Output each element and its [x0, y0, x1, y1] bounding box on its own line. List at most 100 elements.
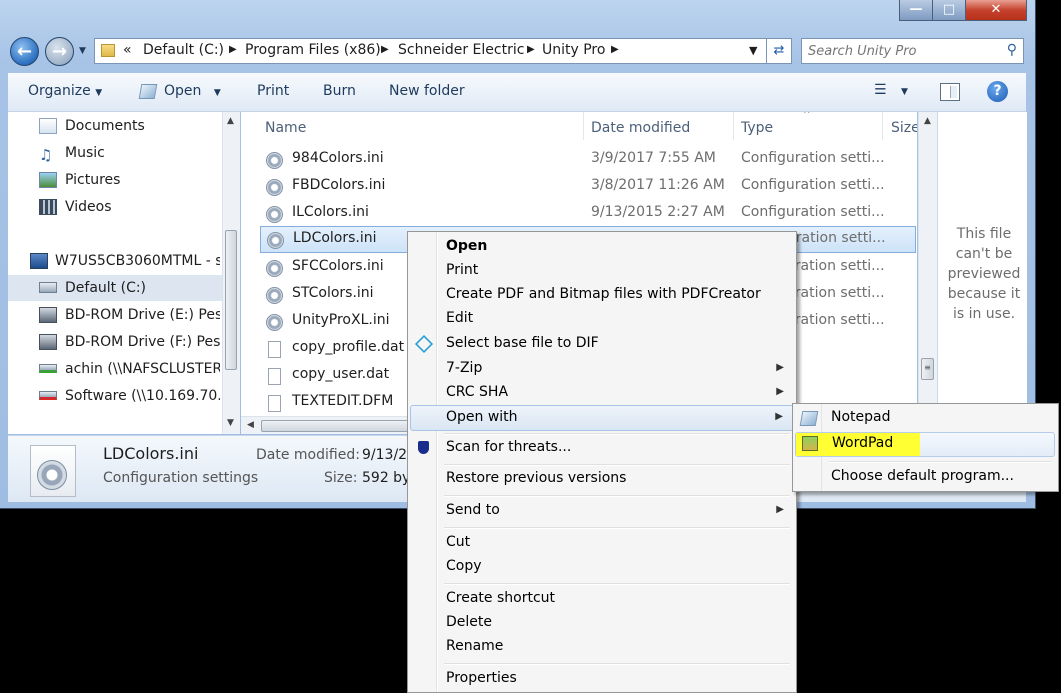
menu-label: Edit — [446, 310, 474, 326]
nav-item-network-achin[interactable]: achin (\\NAFSCLUSTERV — [8, 356, 220, 382]
nav-label: Software (\\10.169.70.8 — [65, 388, 220, 404]
menu-item-create-pdf[interactable]: Create PDF and Bitmap files with PDFCrea… — [410, 284, 794, 308]
help-icon: ? — [993, 83, 1002, 99]
details-size-value: 592 by — [362, 470, 411, 486]
menu-item-copy[interactable]: Copy — [410, 556, 794, 580]
maximize-button[interactable]: □ — [932, 0, 966, 21]
file-name: copy_profile.dat — [292, 339, 405, 355]
file-date: 3/9/2017 7:55 AM — [591, 150, 716, 166]
chevron-right-icon[interactable]: ▶ — [611, 44, 619, 55]
back-button[interactable]: ← — [10, 37, 39, 66]
nav-item-bd-rom-e[interactable]: BD-ROM Drive (E:) Pes_ — [8, 302, 220, 328]
nav-label: achin (\\NAFSCLUSTERV — [65, 361, 220, 377]
column-header-type[interactable]: Type — [741, 120, 773, 136]
menu-label: Copy — [446, 558, 482, 574]
column-header-date[interactable]: Date modified — [591, 120, 690, 136]
menu-label: CRC SHA — [446, 384, 509, 400]
menu-item-delete[interactable]: Delete — [410, 612, 794, 636]
file-row[interactable]: 984Colors.ini 3/9/2017 7:55 AM Configurati… — [258, 146, 914, 172]
column-header-name[interactable]: Name — [265, 120, 306, 136]
preview-pane-button[interactable] — [940, 83, 960, 101]
menu-item-scan-threats[interactable]: Scan for threats... — [410, 437, 794, 461]
recent-pages-dropdown-icon[interactable]: ▼ — [79, 46, 86, 56]
submenu-item-wordpad[interactable]: WordPad — [795, 432, 1055, 457]
new-folder-button[interactable]: New folder — [389, 83, 465, 99]
chevron-right-icon[interactable]: ▶ — [381, 44, 389, 55]
submenu-item-choose-default[interactable]: Choose default program... — [795, 466, 1055, 490]
menu-item-restore-versions[interactable]: Restore previous versions — [410, 468, 794, 492]
scroll-thumb[interactable] — [225, 230, 237, 370]
nav-item-bd-rom-f[interactable]: BD-ROM Drive (F:) Pes_ — [8, 329, 220, 355]
details-date-label: Date modified: — [256, 447, 360, 463]
menu-item-edit[interactable]: Edit — [410, 308, 794, 332]
search-input[interactable] — [806, 41, 1000, 61]
menu-item-7zip[interactable]: 7-Zip ▶ — [410, 358, 794, 382]
menu-separator — [829, 461, 1051, 463]
menu-item-crc-sha[interactable]: CRC SHA ▶ — [410, 382, 794, 406]
folder-icon — [101, 44, 115, 57]
menu-item-rename[interactable]: Rename — [410, 636, 794, 660]
scroll-left-icon[interactable]: ◀ — [247, 420, 254, 430]
menu-label: Create shortcut — [446, 590, 556, 606]
menu-item-properties[interactable]: Properties — [410, 668, 794, 692]
shield-icon — [418, 441, 429, 454]
menu-label: Restore previous versions — [446, 470, 627, 486]
scroll-thumb[interactable] — [261, 420, 421, 432]
search-box[interactable]: ⚲ — [801, 38, 1024, 64]
chevron-right-icon[interactable]: ▶ — [229, 44, 237, 55]
menu-label: Print — [446, 262, 479, 278]
close-button[interactable]: ✕ — [965, 0, 1027, 21]
menu-item-send-to[interactable]: Send to ▶ — [410, 500, 794, 524]
nav-label: Documents — [65, 118, 145, 134]
nav-item-music[interactable]: ♫ Music — [8, 140, 220, 166]
refresh-button[interactable]: ⇄ — [766, 38, 792, 64]
breadcrumb-default-c[interactable]: Default (C:) — [143, 42, 224, 58]
burn-button[interactable]: Burn — [323, 83, 356, 99]
menu-label: Notepad — [831, 409, 891, 425]
minimize-button[interactable]: — — [899, 0, 933, 21]
file-row[interactable]: ILColors.ini 9/13/2015 2:27 AM Configurati… — [258, 200, 914, 226]
breadcrumb-schneider-electric[interactable]: Schneider Electric — [398, 42, 524, 58]
search-icon[interactable]: ⚲ — [1007, 42, 1017, 58]
menu-label: Create PDF and Bitmap files with PDFCrea… — [446, 286, 761, 302]
nav-item-pictures[interactable]: Pictures — [8, 167, 220, 193]
menu-item-open-with[interactable]: Open with ▶ — [410, 405, 794, 431]
chevron-right-icon[interactable]: ▶ — [527, 44, 535, 55]
nav-item-computer[interactable]: W7US5CB3060MTML - se — [8, 248, 220, 274]
menu-label: Open with — [446, 409, 518, 425]
file-list-scrollbar[interactable]: ▲ ≡ — [918, 112, 937, 434]
nav-item-network-software[interactable]: Software (\\10.169.70.8 — [8, 383, 220, 409]
menu-item-open[interactable]: Open — [410, 236, 794, 260]
menu-item-select-base-file[interactable]: Select base file to DIF — [410, 333, 794, 357]
network-drive-icon — [39, 364, 57, 373]
settings-file-large-icon — [30, 445, 76, 497]
organize-button[interactable]: Organize ▼ — [28, 83, 102, 99]
nav-item-documents[interactable]: Documents — [8, 113, 220, 139]
scroll-up-icon[interactable]: ▲ — [924, 116, 931, 126]
print-button[interactable]: Print — [257, 83, 289, 99]
nav-item-videos[interactable]: Videos — [8, 194, 220, 220]
dropdown-arrow-icon: ▼ — [95, 88, 103, 98]
navigation-scrollbar[interactable]: ▲ ▼ — [222, 112, 240, 434]
scroll-thumb[interactable]: ≡ — [921, 358, 934, 380]
column-header-size[interactable]: Size — [891, 120, 917, 136]
menu-item-create-shortcut[interactable]: Create shortcut — [410, 588, 794, 612]
menu-item-print[interactable]: Print — [410, 260, 794, 284]
help-button[interactable]: ? — [987, 81, 1008, 102]
breadcrumb-program-files[interactable]: Program Files (x86) — [245, 42, 381, 58]
forward-button[interactable]: → — [45, 37, 74, 66]
scroll-up-icon[interactable]: ▲ — [227, 116, 234, 126]
address-bar[interactable]: « Default (C:) ▶ Program Files (x86) ▶ S… — [94, 38, 790, 64]
change-view-button[interactable]: ☰ ▼ — [874, 82, 908, 98]
nav-item-default-c[interactable]: Default (C:) — [8, 275, 222, 301]
open-button[interactable]: Open ▼ — [164, 83, 221, 99]
settings-file-icon — [266, 287, 283, 304]
file-row[interactable]: FBDColors.ini 3/8/2017 11:26 AM Configurat… — [258, 173, 914, 199]
address-back-chevrons[interactable]: « — [123, 42, 132, 58]
scroll-down-icon[interactable]: ▼ — [227, 418, 234, 428]
breadcrumb-unity-pro[interactable]: Unity Pro — [542, 42, 605, 58]
menu-item-cut[interactable]: Cut — [410, 532, 794, 556]
address-dropdown-icon[interactable]: ▼ — [749, 44, 757, 57]
submenu-item-notepad[interactable]: Notepad — [795, 407, 1055, 431]
preview-pane: This file can't be previewed because it … — [937, 112, 1027, 434]
